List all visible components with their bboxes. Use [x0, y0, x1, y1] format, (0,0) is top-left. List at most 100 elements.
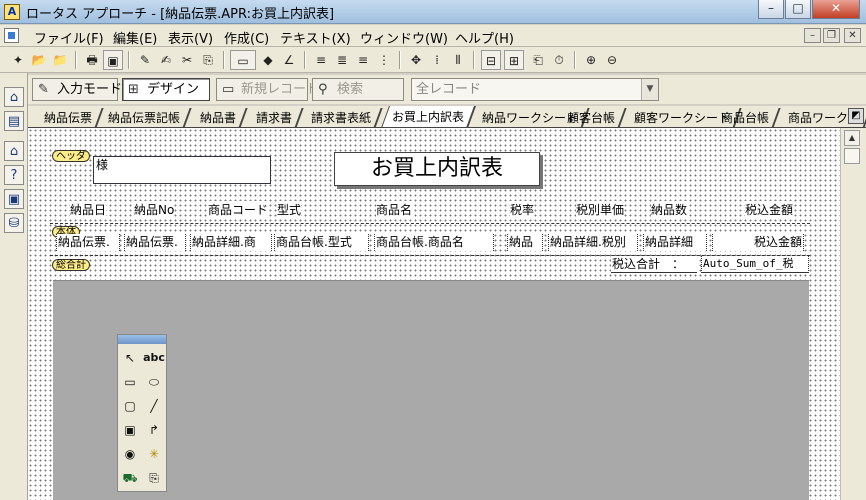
- document-icon[interactable]: [4, 28, 19, 43]
- ellipse-tool-icon[interactable]: ⬭: [143, 371, 165, 393]
- tab-nouhin-denpyo[interactable]: 納品伝票: [34, 108, 104, 127]
- header-section-label[interactable]: ヘッダ: [52, 150, 90, 162]
- scroll-up-icon[interactable]: ▲: [844, 130, 860, 146]
- col-head-quantity[interactable]: 納品数: [651, 201, 688, 218]
- col-head-product-code[interactable]: 商品コード: [208, 201, 269, 218]
- record-view-select[interactable]: 全レコード ▼: [411, 78, 659, 101]
- columns-icon[interactable]: ⁞: [427, 50, 447, 70]
- body-field-unit-price[interactable]: 納品詳細.税別: [548, 234, 638, 251]
- align-center-icon[interactable]: ≣: [332, 50, 352, 70]
- align-left-icon[interactable]: ≡: [311, 50, 331, 70]
- open-icon[interactable]: 📂: [29, 50, 49, 70]
- align-right-icon[interactable]: ≡: [353, 50, 373, 70]
- radio-tool-icon[interactable]: ◉: [119, 443, 141, 465]
- text-tool-icon[interactable]: abc: [143, 347, 165, 369]
- new-icon[interactable]: ✦: [8, 50, 28, 70]
- rounded-rect-tool-icon[interactable]: ▢: [119, 395, 141, 417]
- approach-app-icon[interactable]: A: [4, 4, 20, 20]
- mdi-restore-button[interactable]: ❐: [823, 28, 840, 43]
- tab-seikyusho[interactable]: 請求書: [246, 108, 304, 127]
- total-sum-field[interactable]: Auto_Sum_of_税: [701, 256, 809, 273]
- search-button[interactable]: ⚲ 検索: [312, 78, 404, 101]
- pointer-tool-icon[interactable]: ↖: [119, 347, 141, 369]
- button-tool-icon[interactable]: ✳: [143, 443, 165, 465]
- print-preview-icon[interactable]: ▣: [103, 50, 123, 70]
- envelope-icon[interactable]: ⊟: [481, 50, 501, 70]
- body-field-quantity[interactable]: 納品詳細: [643, 234, 707, 251]
- total-caption[interactable]: 税込合計 ：: [611, 256, 697, 273]
- new-record-button[interactable]: ▭ 新規レコード: [216, 78, 319, 101]
- tab-shouhin-daichou[interactable]: 商品台帳: [711, 108, 781, 127]
- print-icon[interactable]: 🖶: [82, 50, 102, 70]
- pen-icon[interactable]: ✎: [135, 50, 155, 70]
- toolbox-caption[interactable]: [118, 335, 166, 344]
- brush-icon[interactable]: ∠: [279, 50, 299, 70]
- field-icon[interactable]: ▭: [230, 50, 256, 70]
- body-field-amount[interactable]: 税込金額: [712, 234, 804, 251]
- folder-icon[interactable]: ▤: [4, 111, 24, 131]
- signature-icon[interactable]: ✍: [156, 50, 176, 70]
- home-icon[interactable]: ⌂: [4, 87, 24, 107]
- checkbox-tool-icon[interactable]: ↱: [143, 419, 165, 441]
- menu-edit[interactable]: 編集(E): [113, 28, 157, 47]
- design-mode-button[interactable]: ⊞ デザイン: [122, 78, 210, 101]
- shapes-icon[interactable]: ◆: [258, 50, 278, 70]
- close-button[interactable]: ✕: [812, 0, 860, 19]
- field-tool-icon[interactable]: ▣: [119, 419, 141, 441]
- col-head-model[interactable]: 型式: [277, 201, 302, 218]
- body-field-tax-rate[interactable]: 納品: [507, 234, 543, 251]
- line-tool-icon[interactable]: ╱: [143, 395, 165, 417]
- save-icon[interactable]: 📁: [50, 50, 70, 70]
- filter-icon[interactable]: ⛁: [4, 213, 24, 233]
- body-field-number[interactable]: 納品伝票.: [124, 234, 186, 251]
- col-head-amount[interactable]: 税込金額: [745, 201, 794, 218]
- chevron-down-icon[interactable]: ▼: [641, 79, 658, 100]
- timer-icon[interactable]: ⏱: [549, 50, 569, 70]
- tab-nouhin-denpyo-kichou[interactable]: 納品伝票記帳: [98, 108, 192, 127]
- col-head-date[interactable]: 納品日: [70, 201, 107, 218]
- tab-nouhinsho[interactable]: 納品書: [190, 108, 248, 127]
- report-icon[interactable]: ⦀: [448, 50, 468, 70]
- picture-tool-icon[interactable]: ⛟: [119, 467, 141, 489]
- help-icon[interactable]: ?: [4, 165, 24, 185]
- scroll-thumb[interactable]: [844, 148, 860, 164]
- menu-help[interactable]: ヘルプ(H): [455, 28, 514, 47]
- menu-create[interactable]: 作成(C): [224, 28, 269, 47]
- body-field-model[interactable]: 商品台帳.型式: [274, 234, 369, 251]
- col-head-tax-rate[interactable]: 税率: [510, 201, 535, 218]
- macro-icon[interactable]: ⊞: [504, 50, 524, 70]
- col-head-product-name[interactable]: 商品名: [376, 201, 413, 218]
- minimize-button[interactable]: –: [758, 0, 784, 19]
- move-icon[interactable]: ✥: [406, 50, 426, 70]
- menu-file[interactable]: ファイル(F): [34, 28, 104, 47]
- table-icon[interactable]: ⎗: [528, 50, 548, 70]
- design-icon[interactable]: ⌂: [4, 141, 24, 161]
- repeating-panel-tool-icon[interactable]: ⎘: [143, 467, 165, 489]
- tab-okaiage-uchiwake[interactable]: お買上内訳表: [380, 106, 477, 127]
- col-head-number[interactable]: 納品No: [134, 201, 175, 218]
- cut-icon[interactable]: ✂: [177, 50, 197, 70]
- mdi-close-button[interactable]: ✕: [844, 28, 861, 43]
- body-field-product-name[interactable]: 商品台帳.商品名: [374, 234, 494, 251]
- mdi-minimize-button[interactable]: –: [804, 28, 821, 43]
- zoom-in-icon[interactable]: ⊕: [581, 50, 601, 70]
- copy-icon[interactable]: ⎘: [198, 50, 218, 70]
- body-field-product-code[interactable]: 納品詳細.商: [190, 234, 272, 251]
- body-field-date[interactable]: 納品伝票.: [56, 234, 120, 251]
- vertical-scrollbar[interactable]: ▲: [840, 128, 866, 500]
- total-section-label[interactable]: 総合計: [52, 259, 90, 271]
- menu-window[interactable]: ウィンドウ(W): [360, 28, 448, 47]
- zoom-out-icon[interactable]: ⊖: [602, 50, 622, 70]
- input-mode-button[interactable]: ✎ 入力モード: [32, 78, 122, 101]
- tab-kokyaku-daichou[interactable]: 顧客台帳: [557, 108, 627, 127]
- menu-text[interactable]: テキスト(X): [280, 28, 351, 47]
- tab-seikyusho-hyoushi[interactable]: 請求書表紙: [301, 108, 383, 127]
- menu-view[interactable]: 表示(V): [168, 28, 213, 47]
- search-icon[interactable]: ▣: [4, 189, 24, 209]
- rectangle-tool-icon[interactable]: ▭: [119, 371, 141, 393]
- resize-corner-icon[interactable]: ◩: [848, 108, 864, 124]
- grid-icon[interactable]: ⋮: [374, 50, 394, 70]
- report-title[interactable]: お買上内訳表: [334, 152, 540, 186]
- col-head-unit-price[interactable]: 税別単価: [576, 201, 625, 218]
- maximize-button[interactable]: □: [785, 0, 811, 19]
